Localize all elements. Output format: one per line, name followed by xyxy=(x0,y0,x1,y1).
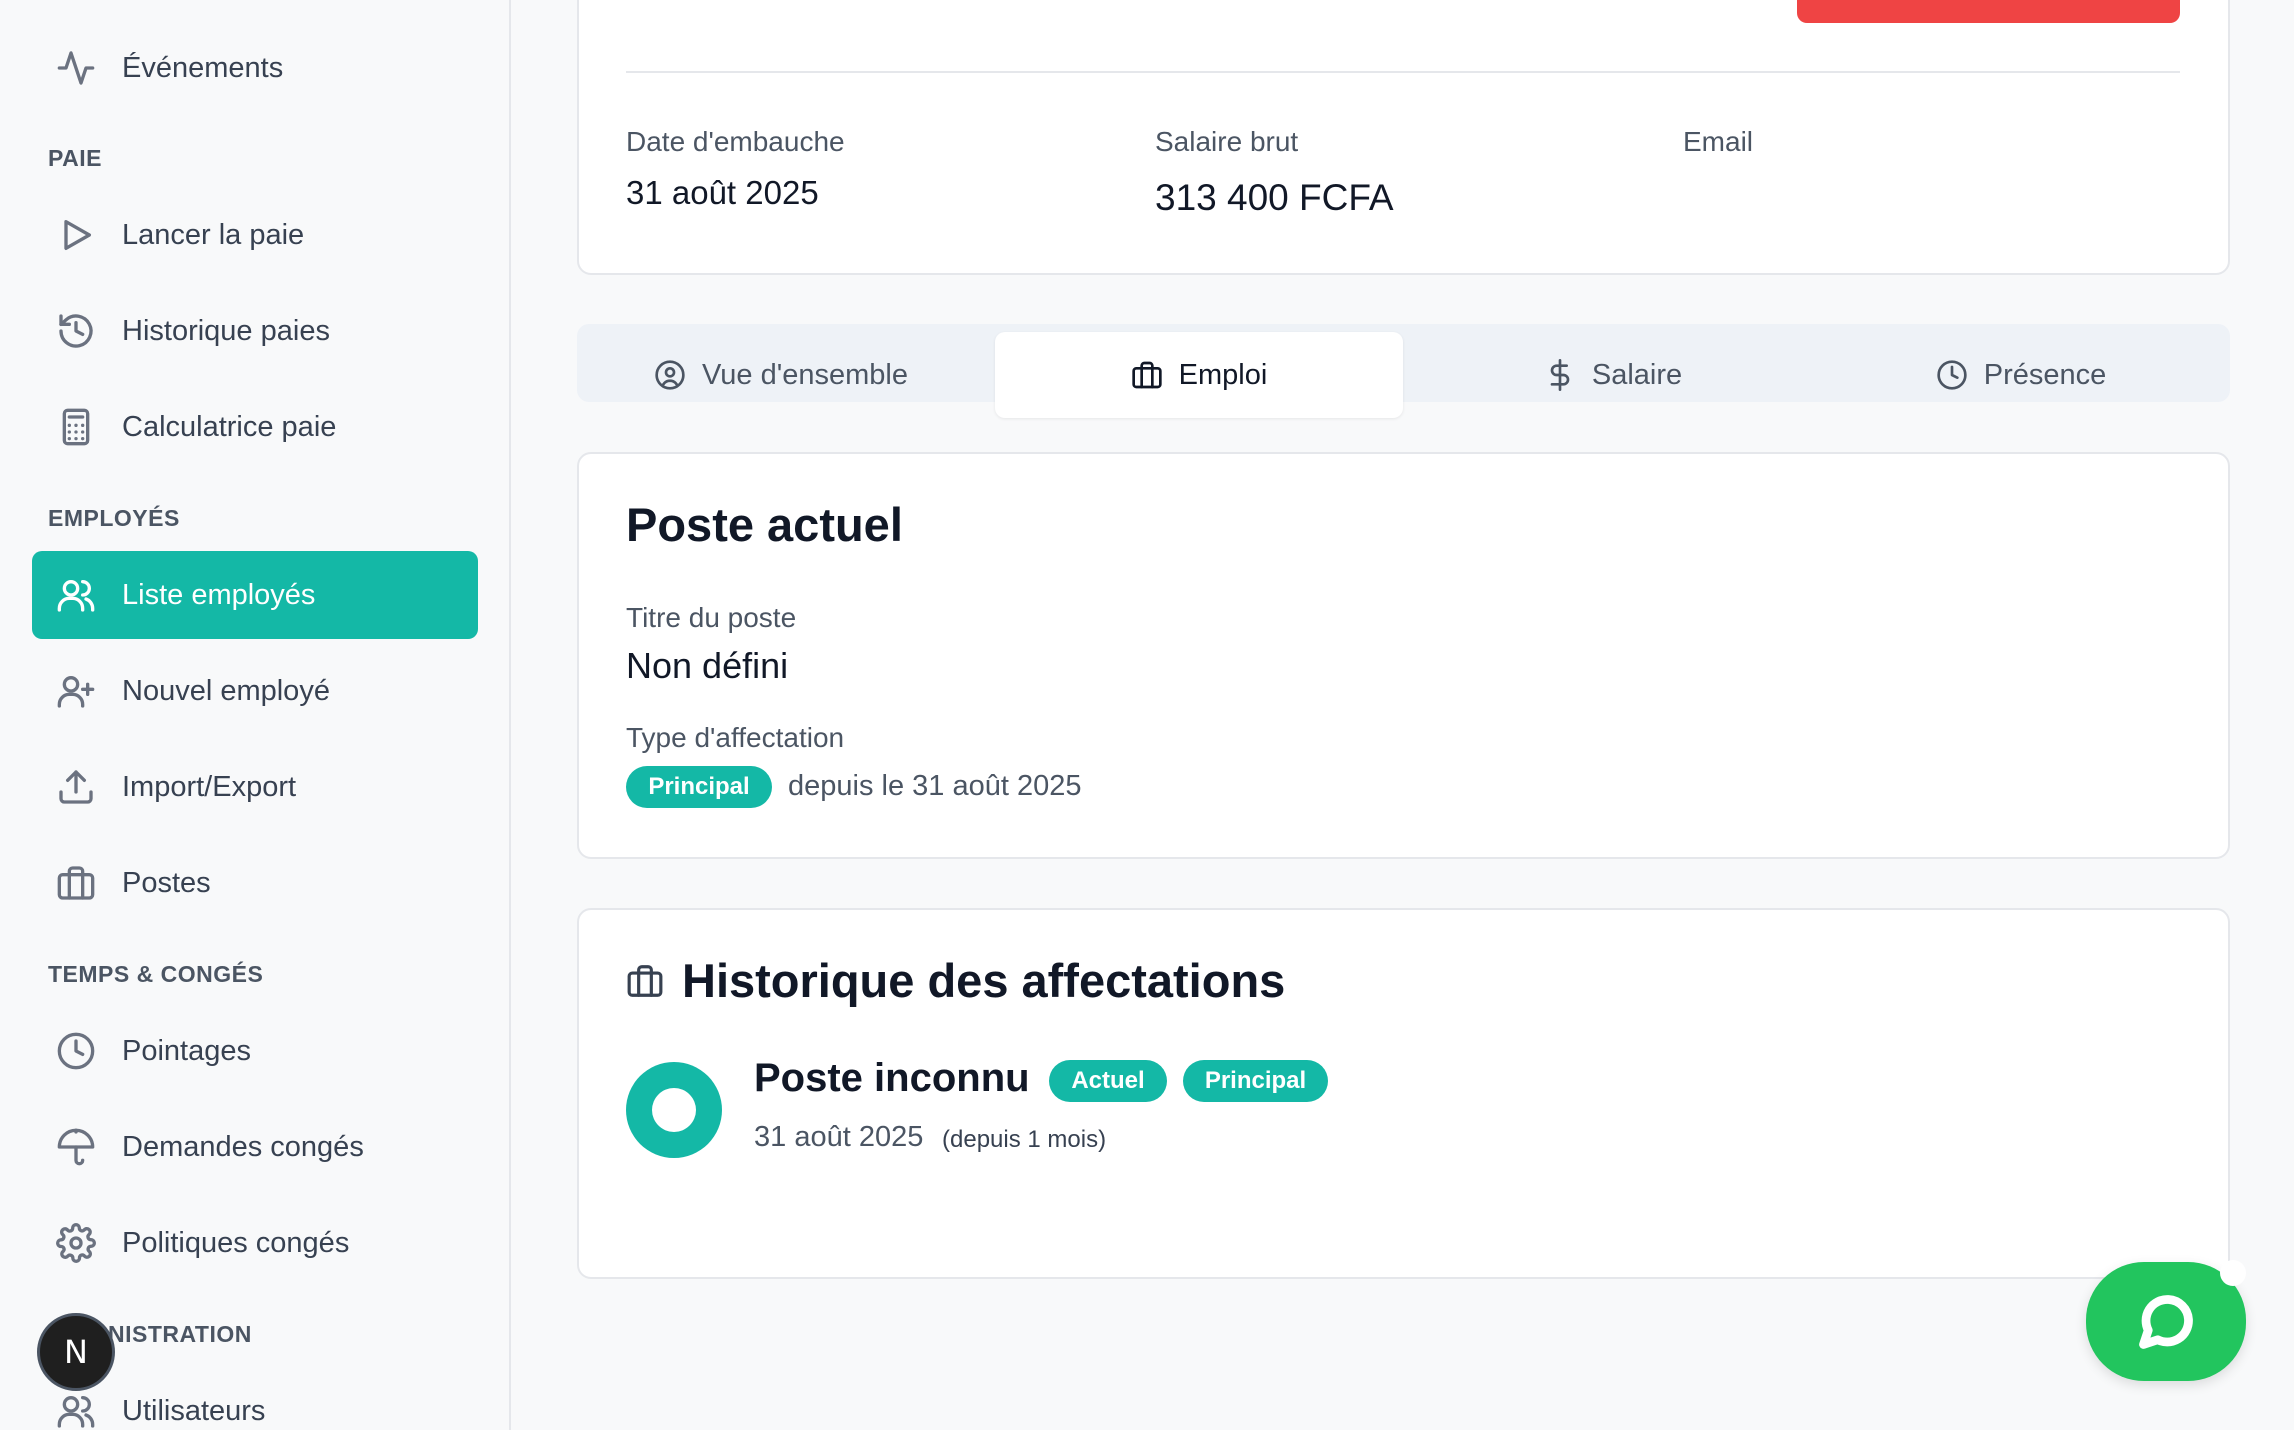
tab-label: Emploi xyxy=(1178,358,1268,391)
section-label-paie: PAIE xyxy=(48,145,102,171)
tab-emploi[interactable]: Emploi xyxy=(995,332,1403,418)
tab-vue-ensemble[interactable]: Vue d'ensemble xyxy=(577,332,985,418)
sidebar-item-label: Politiques congés xyxy=(122,1226,350,1259)
message-circle-icon xyxy=(2139,1294,2193,1349)
sidebar-item-postes[interactable]: Postes xyxy=(32,839,478,927)
sidebar-item-label: Historique paies xyxy=(122,314,330,347)
sidebar-item-liste-employes[interactable]: Liste employés xyxy=(32,551,478,639)
tab-label: Présence xyxy=(1983,358,2107,391)
briefcase-icon xyxy=(56,863,96,903)
users-icon xyxy=(56,575,96,615)
activity-icon xyxy=(56,48,96,88)
salary-value: 313 400 FCFA xyxy=(1155,177,1394,218)
sidebar: Événements PAIE Lancer la paie Historiqu… xyxy=(0,0,511,1430)
play-icon xyxy=(56,215,96,255)
user-circle-icon xyxy=(655,360,685,390)
tab-bar: Vue d'ensemble Emploi Salaire Présence xyxy=(577,324,2230,418)
job-title-label: Titre du poste xyxy=(626,602,797,633)
history-entry-duration: (depuis 1 mois) xyxy=(942,1126,1107,1153)
email-label: Email xyxy=(1683,126,1754,157)
card-title: Historique des affectations xyxy=(682,954,1286,1007)
briefcase-icon xyxy=(626,962,664,1000)
sidebar-item-nouvel-employe[interactable]: Nouvel employé xyxy=(32,647,478,735)
hire-date-value: 31 août 2025 xyxy=(626,174,819,211)
tab-salaire[interactable]: Salaire xyxy=(1409,332,1817,418)
card-title: Poste actuel xyxy=(626,498,903,551)
users-icon xyxy=(56,1391,96,1430)
sidebar-item-calculatrice-paie[interactable]: Calculatrice paie xyxy=(32,383,478,471)
timeline-dot xyxy=(626,1062,722,1158)
dollar-icon xyxy=(1550,359,1570,391)
calculator-icon xyxy=(56,407,96,447)
section-label-administration: NISTRATION xyxy=(108,1321,252,1347)
history-entry-name: Poste inconnu xyxy=(754,1056,1030,1100)
since-text: depuis le 31 août 2025 xyxy=(788,770,1082,802)
history-icon xyxy=(56,311,96,351)
tab-label: Vue d'ensemble xyxy=(702,358,908,391)
dev-indicator-badge[interactable]: N xyxy=(37,1313,115,1391)
salary-label: Salaire brut xyxy=(1155,126,1299,157)
clock-icon xyxy=(56,1031,96,1071)
umbrella-icon xyxy=(56,1127,96,1167)
settings-icon xyxy=(56,1223,96,1263)
divider xyxy=(626,71,2180,73)
history-entry-date: 31 août 2025 xyxy=(754,1121,924,1153)
section-label-employes: EMPLOYÉS xyxy=(48,505,180,531)
status-badge: Principal xyxy=(1183,1060,1328,1102)
sidebar-item-label: Lancer la paie xyxy=(122,218,305,251)
user-plus-icon xyxy=(56,671,96,711)
tab-label: Salaire xyxy=(1591,358,1683,391)
hire-date-label: Date d'embauche xyxy=(626,126,845,157)
section-label-temps-conges: TEMPS & CONGÉS xyxy=(48,961,264,987)
sidebar-item-label: Calculatrice paie xyxy=(122,410,337,443)
sidebar-item-lancer-paie[interactable]: Lancer la paie xyxy=(32,191,478,279)
job-title-value: Non défini xyxy=(626,645,789,686)
sidebar-item-label: Pointages xyxy=(122,1034,251,1067)
sidebar-item-politiques-conges[interactable]: Politiques congés xyxy=(32,1199,478,1287)
sidebar-item-label: Demandes congés xyxy=(122,1130,364,1163)
sidebar-item-label: Utilisateurs xyxy=(122,1394,266,1427)
briefcase-icon xyxy=(1132,361,1162,389)
notification-dot xyxy=(2220,1260,2246,1286)
clock-icon xyxy=(1937,360,1967,390)
sidebar-item-evenements[interactable]: Événements xyxy=(32,24,478,112)
sidebar-item-label: Événements xyxy=(122,51,284,84)
status-badge: Principal xyxy=(626,766,772,808)
sidebar-item-label: Nouvel employé xyxy=(122,674,330,707)
sidebar-item-import-export[interactable]: Import/Export xyxy=(32,743,478,831)
sidebar-item-label: Postes xyxy=(122,866,211,899)
sidebar-item-historique-paies[interactable]: Historique paies xyxy=(32,287,478,375)
sidebar-item-pointages[interactable]: Pointages xyxy=(32,1007,478,1095)
status-badge: Actuel xyxy=(1049,1060,1167,1102)
sidebar-item-label: Import/Export xyxy=(122,770,297,803)
upload-icon xyxy=(56,767,96,807)
assignment-type-label: Type d'affectation xyxy=(626,722,845,753)
sidebar-item-demandes-conges[interactable]: Demandes congés xyxy=(32,1103,478,1191)
sidebar-item-label: Liste employés xyxy=(122,578,316,611)
danger-button[interactable] xyxy=(1797,0,2180,23)
tab-presence[interactable]: Présence xyxy=(1817,332,2225,418)
